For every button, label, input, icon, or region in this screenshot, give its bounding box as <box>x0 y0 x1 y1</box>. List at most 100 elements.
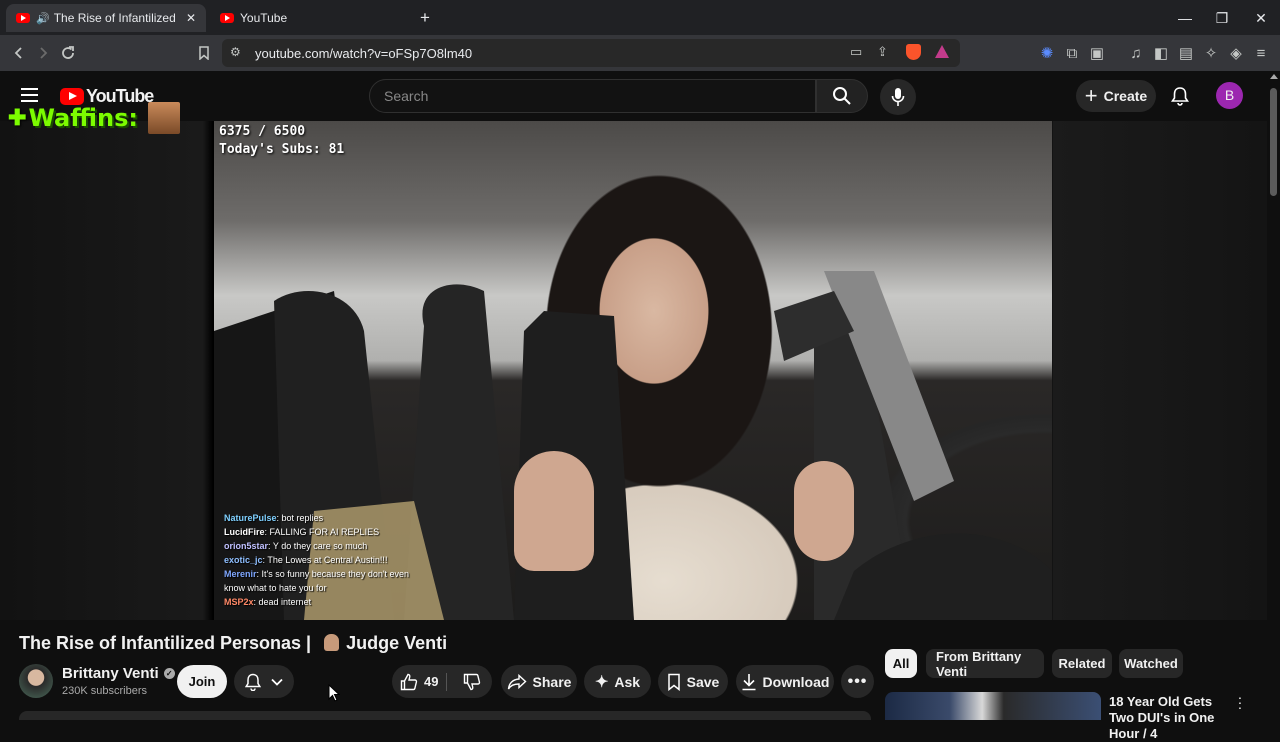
notifications-bell-icon[interactable] <box>1171 86 1189 106</box>
create-button[interactable]: + Create <box>1076 80 1156 112</box>
recommendation-thumbnail[interactable] <box>885 692 1101 720</box>
stream-chat: NaturePulse: bot replies LucidFire: FALL… <box>224 511 409 609</box>
like-dislike-group: 49 <box>392 665 492 698</box>
menu-icon[interactable]: ≡ <box>1250 42 1272 64</box>
url-text: youtube.com/watch?v=oFSp7O8lm40 <box>255 46 473 61</box>
scrollbar-thumb[interactable] <box>1270 88 1277 196</box>
chat-user: NaturePulse <box>224 513 277 523</box>
tab-title: The Rise of Infantilized Personas <box>53 11 180 25</box>
minimize-button[interactable]: — <box>1171 6 1199 30</box>
like-button[interactable]: 49 <box>400 672 448 691</box>
music-icon[interactable]: ♫ <box>1125 42 1147 64</box>
wallet-icon[interactable]: ▤ <box>1175 42 1197 64</box>
search-icon <box>833 87 851 105</box>
hand-left <box>514 451 594 571</box>
chat-text: FALLING FOR AI REPLIES <box>269 527 380 537</box>
chat-user: exotic_jc <box>224 555 263 565</box>
subscription-bell-button[interactable] <box>234 665 294 698</box>
chat-text: know what to hate you for <box>224 583 327 593</box>
brave-shield-icon[interactable] <box>906 44 921 60</box>
subscriber-count: 230K subscribers <box>62 685 147 697</box>
chat-message: LucidFire: FALLING FOR AI REPLIES <box>224 527 380 537</box>
tab-active-video[interactable]: 🔊 The Rise of Infantilized Personas ✕ <box>6 4 206 32</box>
bookmark-icon[interactable] <box>193 42 215 64</box>
tab-title: YouTube <box>240 11 288 25</box>
speaker-icon: 🔊 <box>36 12 50 25</box>
site-settings-icon[interactable]: ⚙ <box>230 45 241 59</box>
extensions-icon[interactable]: ⧉ <box>1061 42 1083 64</box>
recommendation-menu-icon[interactable]: · · · <box>1237 690 1243 714</box>
leo-ai-icon[interactable]: ✧ <box>1200 42 1222 64</box>
chip-all[interactable]: All <box>885 649 917 678</box>
chevron-down-icon <box>271 678 283 686</box>
youtube-favicon-icon <box>16 13 30 23</box>
share-page-icon[interactable]: ⇪ <box>877 44 888 60</box>
description-box[interactable] <box>19 711 871 720</box>
chat-text: bot replies <box>281 513 324 523</box>
chat-text: It's so funny because they don't even <box>261 569 410 579</box>
cast-icon[interactable]: ▭ <box>850 44 862 60</box>
sub-goal-counter: 6375 / 6500 <box>219 124 306 139</box>
share-label: Share <box>532 673 572 690</box>
chat-message: MSP2x: dead internet <box>224 597 312 607</box>
like-count: 49 <box>424 674 439 689</box>
mouse-cursor-icon <box>328 684 340 702</box>
close-window-button[interactable]: ✕ <box>1247 6 1275 30</box>
scroll-up-icon[interactable] <box>1270 74 1278 79</box>
sparkle-ask-icon: ✦ <box>594 673 609 691</box>
tab-youtube[interactable]: YouTube <box>210 4 410 32</box>
chip-from-channel[interactable]: From Brittany Venti <box>926 649 1044 679</box>
chat-text: Y do they care so much <box>272 541 368 551</box>
ask-button[interactable]: ✦ Ask <box>584 665 651 698</box>
maximize-button[interactable]: ❐ <box>1208 6 1236 30</box>
todays-subs: Today's Subs: 81 <box>219 142 345 157</box>
join-button[interactable]: Join <box>177 665 227 698</box>
save-button[interactable]: Save <box>658 665 728 698</box>
vpn-icon[interactable]: ✺ <box>1036 42 1058 64</box>
reload-icon[interactable] <box>57 42 79 64</box>
chat-user: MSP2x <box>224 597 254 607</box>
screenshot-icon[interactable]: ▣ <box>1086 42 1108 64</box>
hamburger-menu-icon[interactable] <box>21 88 38 102</box>
download-button[interactable]: Download <box>736 665 834 698</box>
video-frame[interactable]: NaturePulse: bot replies LucidFire: FALL… <box>214 121 1052 620</box>
new-tab-button[interactable]: + <box>420 8 430 28</box>
video-title-text: The Rise of Infantilized Personas | <box>19 633 312 653</box>
chip-watched[interactable]: Watched <box>1119 649 1183 678</box>
recommendation-title[interactable]: 18 Year Old Gets Two DUI's in One Hour /… <box>1109 694 1234 742</box>
chip-related[interactable]: Related <box>1052 649 1112 678</box>
search-input[interactable]: Search <box>369 79 816 113</box>
save-label: Save <box>686 673 720 690</box>
ask-label: Ask <box>614 673 641 690</box>
share-button[interactable]: Share <box>501 665 577 698</box>
channel-avatar[interactable] <box>19 664 53 698</box>
chat-message: NaturePulse: bot replies <box>224 513 324 523</box>
create-label: Create <box>1103 88 1148 104</box>
tab-close-icon[interactable]: ✕ <box>186 11 196 25</box>
download-icon <box>742 673 756 690</box>
search-button[interactable] <box>816 79 868 113</box>
video-title-suffix: Judge Venti <box>346 633 448 653</box>
channel-name[interactable]: Brittany Venti ✓ <box>62 665 175 682</box>
share-arrow-icon <box>507 673 527 689</box>
rewards-triangle-icon[interactable] <box>935 45 949 58</box>
verified-badge-icon: ✓ <box>163 668 175 679</box>
vpn-shield-icon[interactable]: ◈ <box>1225 42 1247 64</box>
plus-icon: + <box>1084 83 1098 108</box>
address-bar[interactable]: ⚙ youtube.com/watch?v=oFSp7O8lm40 ▭ ⇪ <box>222 39 960 67</box>
browser-tab-bar: 🔊 The Rise of Infantilized Personas ✕ Yo… <box>0 0 1280 35</box>
back-icon[interactable] <box>8 42 30 64</box>
channel-name-text: Brittany Venti <box>62 665 159 682</box>
streamer-emote-icon <box>147 102 180 134</box>
sidebar-icon[interactable]: ◧ <box>1150 42 1172 64</box>
voice-search-button[interactable] <box>880 79 916 115</box>
more-horizontal-icon: ••• <box>847 672 868 690</box>
sparkle-icon: ✚ <box>8 105 27 130</box>
browser-toolbar: ⚙ youtube.com/watch?v=oFSp7O8lm40 ▭ ⇪ ✺ … <box>0 35 1280 71</box>
forward-icon[interactable] <box>32 42 54 64</box>
more-actions-button[interactable]: ••• <box>841 665 874 698</box>
dislike-button[interactable] <box>453 673 481 691</box>
bell-icon <box>245 673 261 691</box>
account-avatar[interactable]: B <box>1216 82 1243 109</box>
stream-brand-text: Waffins: <box>28 104 138 132</box>
